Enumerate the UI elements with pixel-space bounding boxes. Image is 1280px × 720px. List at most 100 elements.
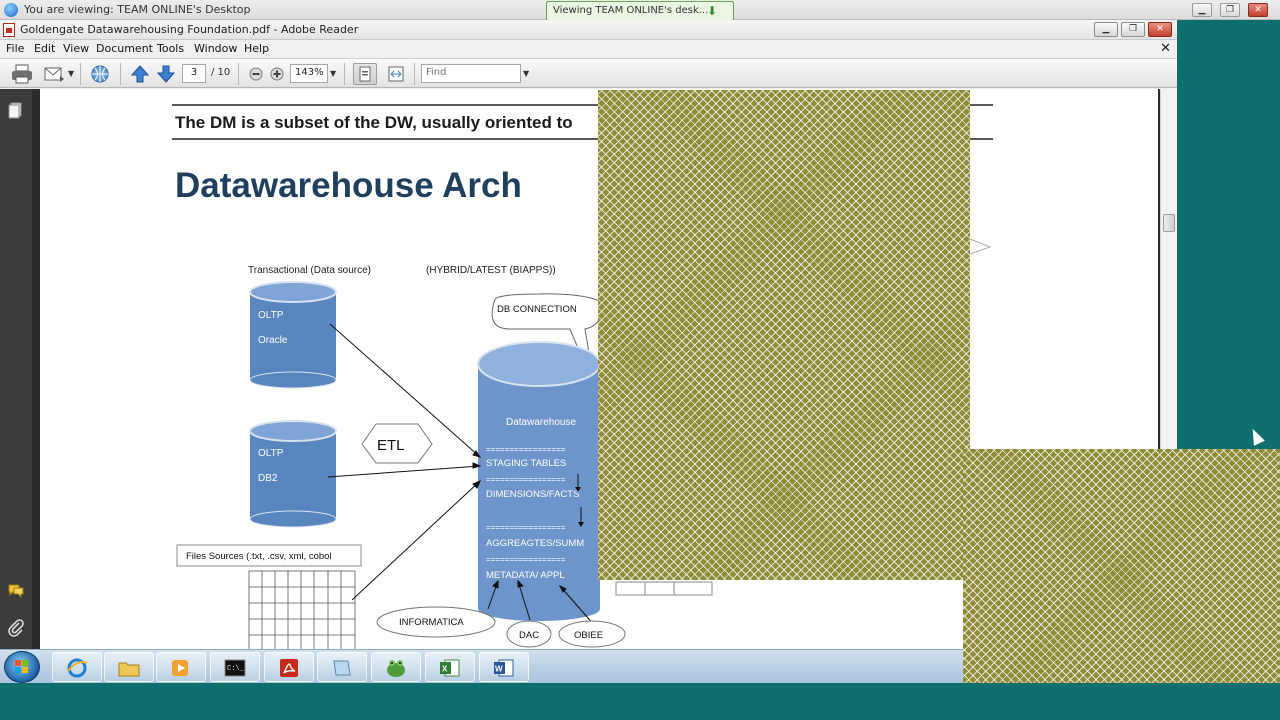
oltp-oracle-label-a: OLTP	[258, 310, 284, 321]
fit-width-button[interactable]	[384, 63, 408, 85]
print-button[interactable]	[10, 63, 34, 85]
menu-document[interactable]: Document	[96, 42, 153, 55]
notes-icon	[333, 660, 351, 676]
oltp-oracle-cylinder: OLTP Oracle	[249, 281, 337, 389]
reader-restore-button[interactable]: ❐	[1121, 22, 1145, 37]
reader-window-title: Goldengate Datawarehousing Foundation.pd…	[20, 23, 359, 36]
attachments-icon[interactable]	[7, 619, 25, 637]
slide-subtitle: The DM is a subset of the DW, usually or…	[175, 113, 573, 132]
label-hybrid: (HYBRID/LATEST (BIAPPS))	[426, 265, 556, 276]
taskbar-excel[interactable]: X	[425, 652, 475, 682]
pages-icon[interactable]	[7, 101, 25, 119]
teamviewer-notification[interactable]: Viewing TEAM ONLINE's desk... ⬇	[546, 1, 734, 21]
find-dropdown-icon[interactable]: ▼	[523, 69, 529, 78]
taskbar-media-player[interactable]	[156, 652, 206, 682]
comments-icon[interactable]	[7, 581, 25, 599]
zoom-dropdown-icon[interactable]: ▼	[330, 69, 336, 78]
toolbar: ▼ 3 / 10 143% ▼ Find ▼	[0, 58, 1177, 88]
media-player-icon	[172, 660, 188, 676]
page-total: / 10	[211, 67, 231, 78]
fit-page-icon	[359, 66, 371, 82]
collaborate-button[interactable]	[88, 63, 112, 85]
teamviewer-frog-icon	[387, 660, 405, 677]
label-transactional: Transactional (Data source)	[248, 265, 371, 276]
dw-sep-2: =================	[486, 475, 566, 484]
dw-sep-1: =================	[486, 445, 566, 454]
navigation-panel	[0, 89, 32, 650]
reader-close-button[interactable]: ✕	[1148, 22, 1172, 37]
menu-file[interactable]: File	[6, 42, 24, 55]
file-grid	[248, 570, 356, 650]
scrollbar-thumb[interactable]	[1163, 214, 1175, 232]
files-sources-label: Files Sources (.txt, .csv, xml, cobol	[186, 551, 332, 562]
printer-icon	[12, 64, 32, 84]
menu-view[interactable]: View	[63, 42, 89, 55]
taskbar: C:\_ X W	[0, 649, 963, 683]
menu-edit[interactable]: Edit	[34, 42, 55, 55]
mouse-cursor	[1247, 426, 1265, 446]
teamviewer-restore-button[interactable]: ❐	[1220, 3, 1240, 17]
dw-staging: STAGING TABLES	[486, 458, 566, 469]
svg-text:C:\_: C:\_	[227, 665, 245, 673]
slide-title: Datawarehouse Arch	[175, 166, 522, 205]
hidden-table-fragment	[615, 581, 713, 596]
informatica-label: INFORMATICA	[399, 617, 464, 628]
teamviewer-logo-icon	[4, 3, 18, 17]
email-dropdown-icon[interactable]: ▼	[68, 69, 74, 78]
teamviewer-close-button[interactable]: ✕	[1248, 3, 1268, 17]
dw-metadata: METADATA/ APPL	[486, 570, 565, 581]
taskbar-explorer[interactable]	[104, 652, 154, 682]
zoom-in-icon	[270, 67, 284, 81]
taskbar-internet-explorer[interactable]	[52, 652, 102, 682]
remote-screen-overlay-upper	[598, 90, 970, 580]
teamviewer-title: You are viewing: TEAM ONLINE's Desktop	[24, 3, 251, 16]
reader-title-bar: Goldengate Datawarehousing Foundation.pd…	[0, 20, 1177, 40]
teamviewer-notification-text: Viewing TEAM ONLINE's desk...	[553, 5, 709, 16]
teamviewer-minimize-button[interactable]: ▁	[1192, 3, 1212, 17]
taskbar-word[interactable]: W	[479, 652, 529, 682]
datawarehouse-cylinder: Datawarehouse ================= STAGING …	[477, 341, 601, 621]
find-input[interactable]: Find	[421, 64, 521, 83]
remote-screen-overlay-lower	[963, 449, 1280, 683]
dac-label: DAC	[519, 630, 539, 641]
close-document-icon[interactable]: ✕	[1160, 41, 1171, 56]
taskbar-command-prompt[interactable]: C:\_	[210, 652, 260, 682]
oltp-db2-label-b: DB2	[258, 473, 278, 484]
fit-width-icon	[388, 66, 404, 82]
obiee-label: OBIEE	[574, 630, 603, 641]
hidden-arrow-fragment	[969, 238, 992, 255]
next-page-button[interactable]	[154, 63, 178, 85]
email-button[interactable]	[42, 63, 66, 85]
menu-window[interactable]: Window	[194, 42, 237, 55]
taskbar-notes[interactable]	[317, 652, 367, 682]
dw-dimensions: DIMENSIONS/FACTS	[486, 489, 579, 500]
taskbar-adobe-reader[interactable]	[264, 652, 314, 682]
reader-minimize-button[interactable]: ▁	[1094, 22, 1118, 37]
svg-text:W: W	[495, 665, 503, 674]
explorer-folder-icon	[118, 662, 140, 677]
dw-sep-4: =================	[486, 555, 566, 564]
oltp-db2-cylinder: OLTP DB2	[249, 420, 337, 528]
dw-label: Datawarehouse	[506, 417, 576, 428]
menu-help[interactable]: Help	[244, 42, 269, 55]
previous-page-button[interactable]	[128, 63, 152, 85]
dw-sep-3: =================	[486, 523, 566, 532]
oltp-db2-label-a: OLTP	[258, 448, 284, 459]
page-number-input[interactable]: 3	[182, 64, 206, 83]
email-icon	[44, 67, 64, 82]
menu-tools[interactable]: Tools	[157, 42, 184, 55]
fit-page-button[interactable]	[353, 63, 377, 85]
word-icon: W	[494, 659, 514, 677]
windows-logo-icon	[15, 660, 28, 673]
start-button[interactable]	[4, 651, 40, 683]
taskbar-teamviewer[interactable]	[371, 652, 421, 682]
pdf-file-icon	[3, 23, 15, 37]
adobe-reader-icon	[280, 659, 298, 677]
zoom-in-button[interactable]	[265, 63, 289, 85]
globe-icon	[91, 65, 109, 83]
menu-bar: File Edit View Document Tools Window Hel…	[0, 40, 1177, 58]
internet-explorer-icon	[67, 658, 88, 678]
zoom-level-field[interactable]: 143%	[290, 64, 328, 83]
pin-icon[interactable]: ⬇	[707, 4, 717, 18]
dw-aggregates: AGGREAGTES/SUMM	[486, 538, 584, 549]
